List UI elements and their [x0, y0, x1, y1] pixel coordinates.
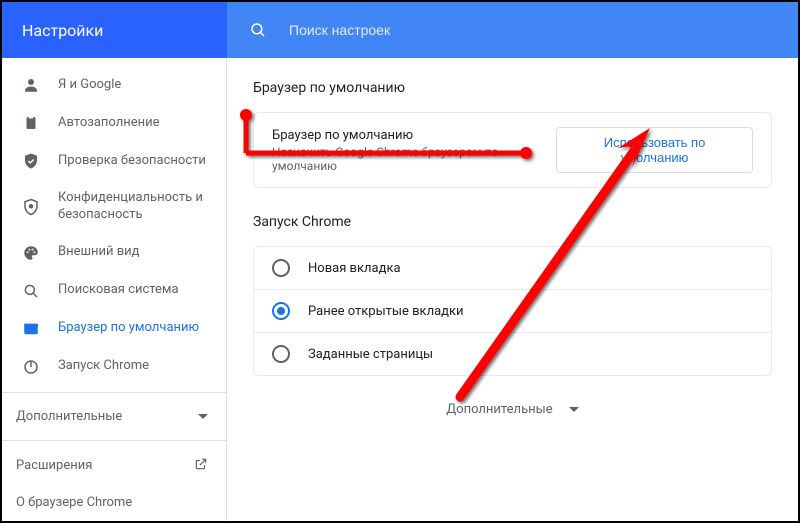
header-title-area: Настройки: [2, 2, 227, 58]
chevron-down-icon: [198, 414, 208, 419]
external-link-icon: [194, 457, 208, 475]
shield-icon: [22, 198, 40, 216]
sidebar-item-default-browser[interactable]: Браузер по умолчанию: [2, 310, 226, 348]
radio-label: Заданные страницы: [308, 347, 433, 362]
chevron-down-icon: [569, 407, 579, 412]
sidebar-item-privacy[interactable]: Конфиденциальность и безопасность: [2, 180, 226, 234]
sidebar-advanced-label: Дополнительные: [16, 409, 122, 424]
shield-check-icon: [22, 152, 40, 170]
sidebar-about-label: О браузере Chrome: [16, 495, 132, 510]
startup-option-new-tab[interactable]: Новая вкладка: [254, 247, 771, 289]
startup-option-continue[interactable]: Ранее открытые вкладки: [254, 289, 771, 332]
sidebar-extensions[interactable]: Расширения: [2, 447, 226, 485]
header: Настройки: [2, 2, 798, 58]
sidebar-item-label: Конфиденциальность и безопасность: [58, 190, 218, 224]
radio-label: Ранее открытые вкладки: [308, 304, 464, 319]
row-subtitle: Назначить Google Chrome браузером по умо…: [272, 145, 556, 173]
browser-icon: [22, 320, 40, 338]
sidebar-item-label: Внешний вид: [58, 244, 140, 261]
sidebar-item-you-and-google[interactable]: Я и Google: [2, 66, 226, 104]
sidebar-item-label: Я и Google: [58, 77, 121, 94]
default-browser-text: Браузер по умолчанию Назначить Google Ch…: [272, 128, 556, 173]
search-input[interactable]: [289, 22, 589, 38]
sidebar-item-label: Проверка безопасности: [58, 153, 206, 170]
startup-card: Новая вкладка Ранее открытые вкладки Зад…: [253, 246, 772, 376]
sidebar-item-appearance[interactable]: Внешний вид: [2, 234, 226, 272]
startup-option-specific-pages[interactable]: Заданные страницы: [254, 332, 771, 375]
sidebar-extensions-label: Расширения: [16, 458, 92, 473]
startup-title: Запуск Chrome: [253, 214, 772, 230]
sidebar-item-label: Браузер по умолчанию: [58, 320, 199, 337]
default-browser-row: Браузер по умолчанию Назначить Google Ch…: [254, 113, 771, 187]
settings-window: Настройки Я и Google Автозаполнение: [0, 0, 800, 523]
sidebar-item-label: Автозаполнение: [58, 115, 160, 132]
row-title: Браузер по умолчанию: [272, 128, 556, 143]
default-browser-card: Браузер по умолчанию Назначить Google Ch…: [253, 112, 772, 188]
page-title: Настройки: [22, 21, 103, 40]
sidebar: Я и Google Автозаполнение Проверка безоп…: [2, 58, 227, 521]
advanced-expand[interactable]: Дополнительные: [253, 402, 772, 417]
radio-label: Новая вкладка: [308, 261, 401, 276]
sidebar-item-on-startup[interactable]: Запуск Chrome: [2, 348, 226, 386]
sidebar-item-autofill[interactable]: Автозаполнение: [2, 104, 226, 142]
search-icon: [249, 21, 267, 39]
search-bar[interactable]: [227, 2, 798, 58]
radio-icon: [272, 345, 290, 363]
advanced-label: Дополнительные: [446, 402, 552, 417]
default-browser-title: Браузер по умолчанию: [253, 80, 772, 96]
radio-icon: [272, 259, 290, 277]
sidebar-item-label: Запуск Chrome: [58, 358, 149, 375]
radio-icon: [272, 302, 290, 320]
divider: [2, 440, 226, 441]
body: Я и Google Автозаполнение Проверка безоп…: [2, 58, 798, 521]
sidebar-item-search-engine[interactable]: Поисковая система: [2, 272, 226, 310]
sidebar-item-safety-check[interactable]: Проверка безопасности: [2, 142, 226, 180]
sidebar-about-chrome[interactable]: О браузере Chrome: [2, 485, 226, 520]
make-default-button[interactable]: Использовать по умолчанию: [556, 127, 753, 173]
magnify-icon: [22, 282, 40, 300]
sidebar-item-label: Поисковая система: [58, 282, 179, 299]
main-content: Браузер по умолчанию Браузер по умолчани…: [227, 58, 798, 521]
divider: [2, 392, 226, 393]
power-icon: [22, 358, 40, 376]
palette-icon: [22, 244, 40, 262]
person-icon: [22, 76, 40, 94]
sidebar-advanced[interactable]: Дополнительные: [2, 399, 226, 434]
clipboard-icon: [22, 114, 40, 132]
